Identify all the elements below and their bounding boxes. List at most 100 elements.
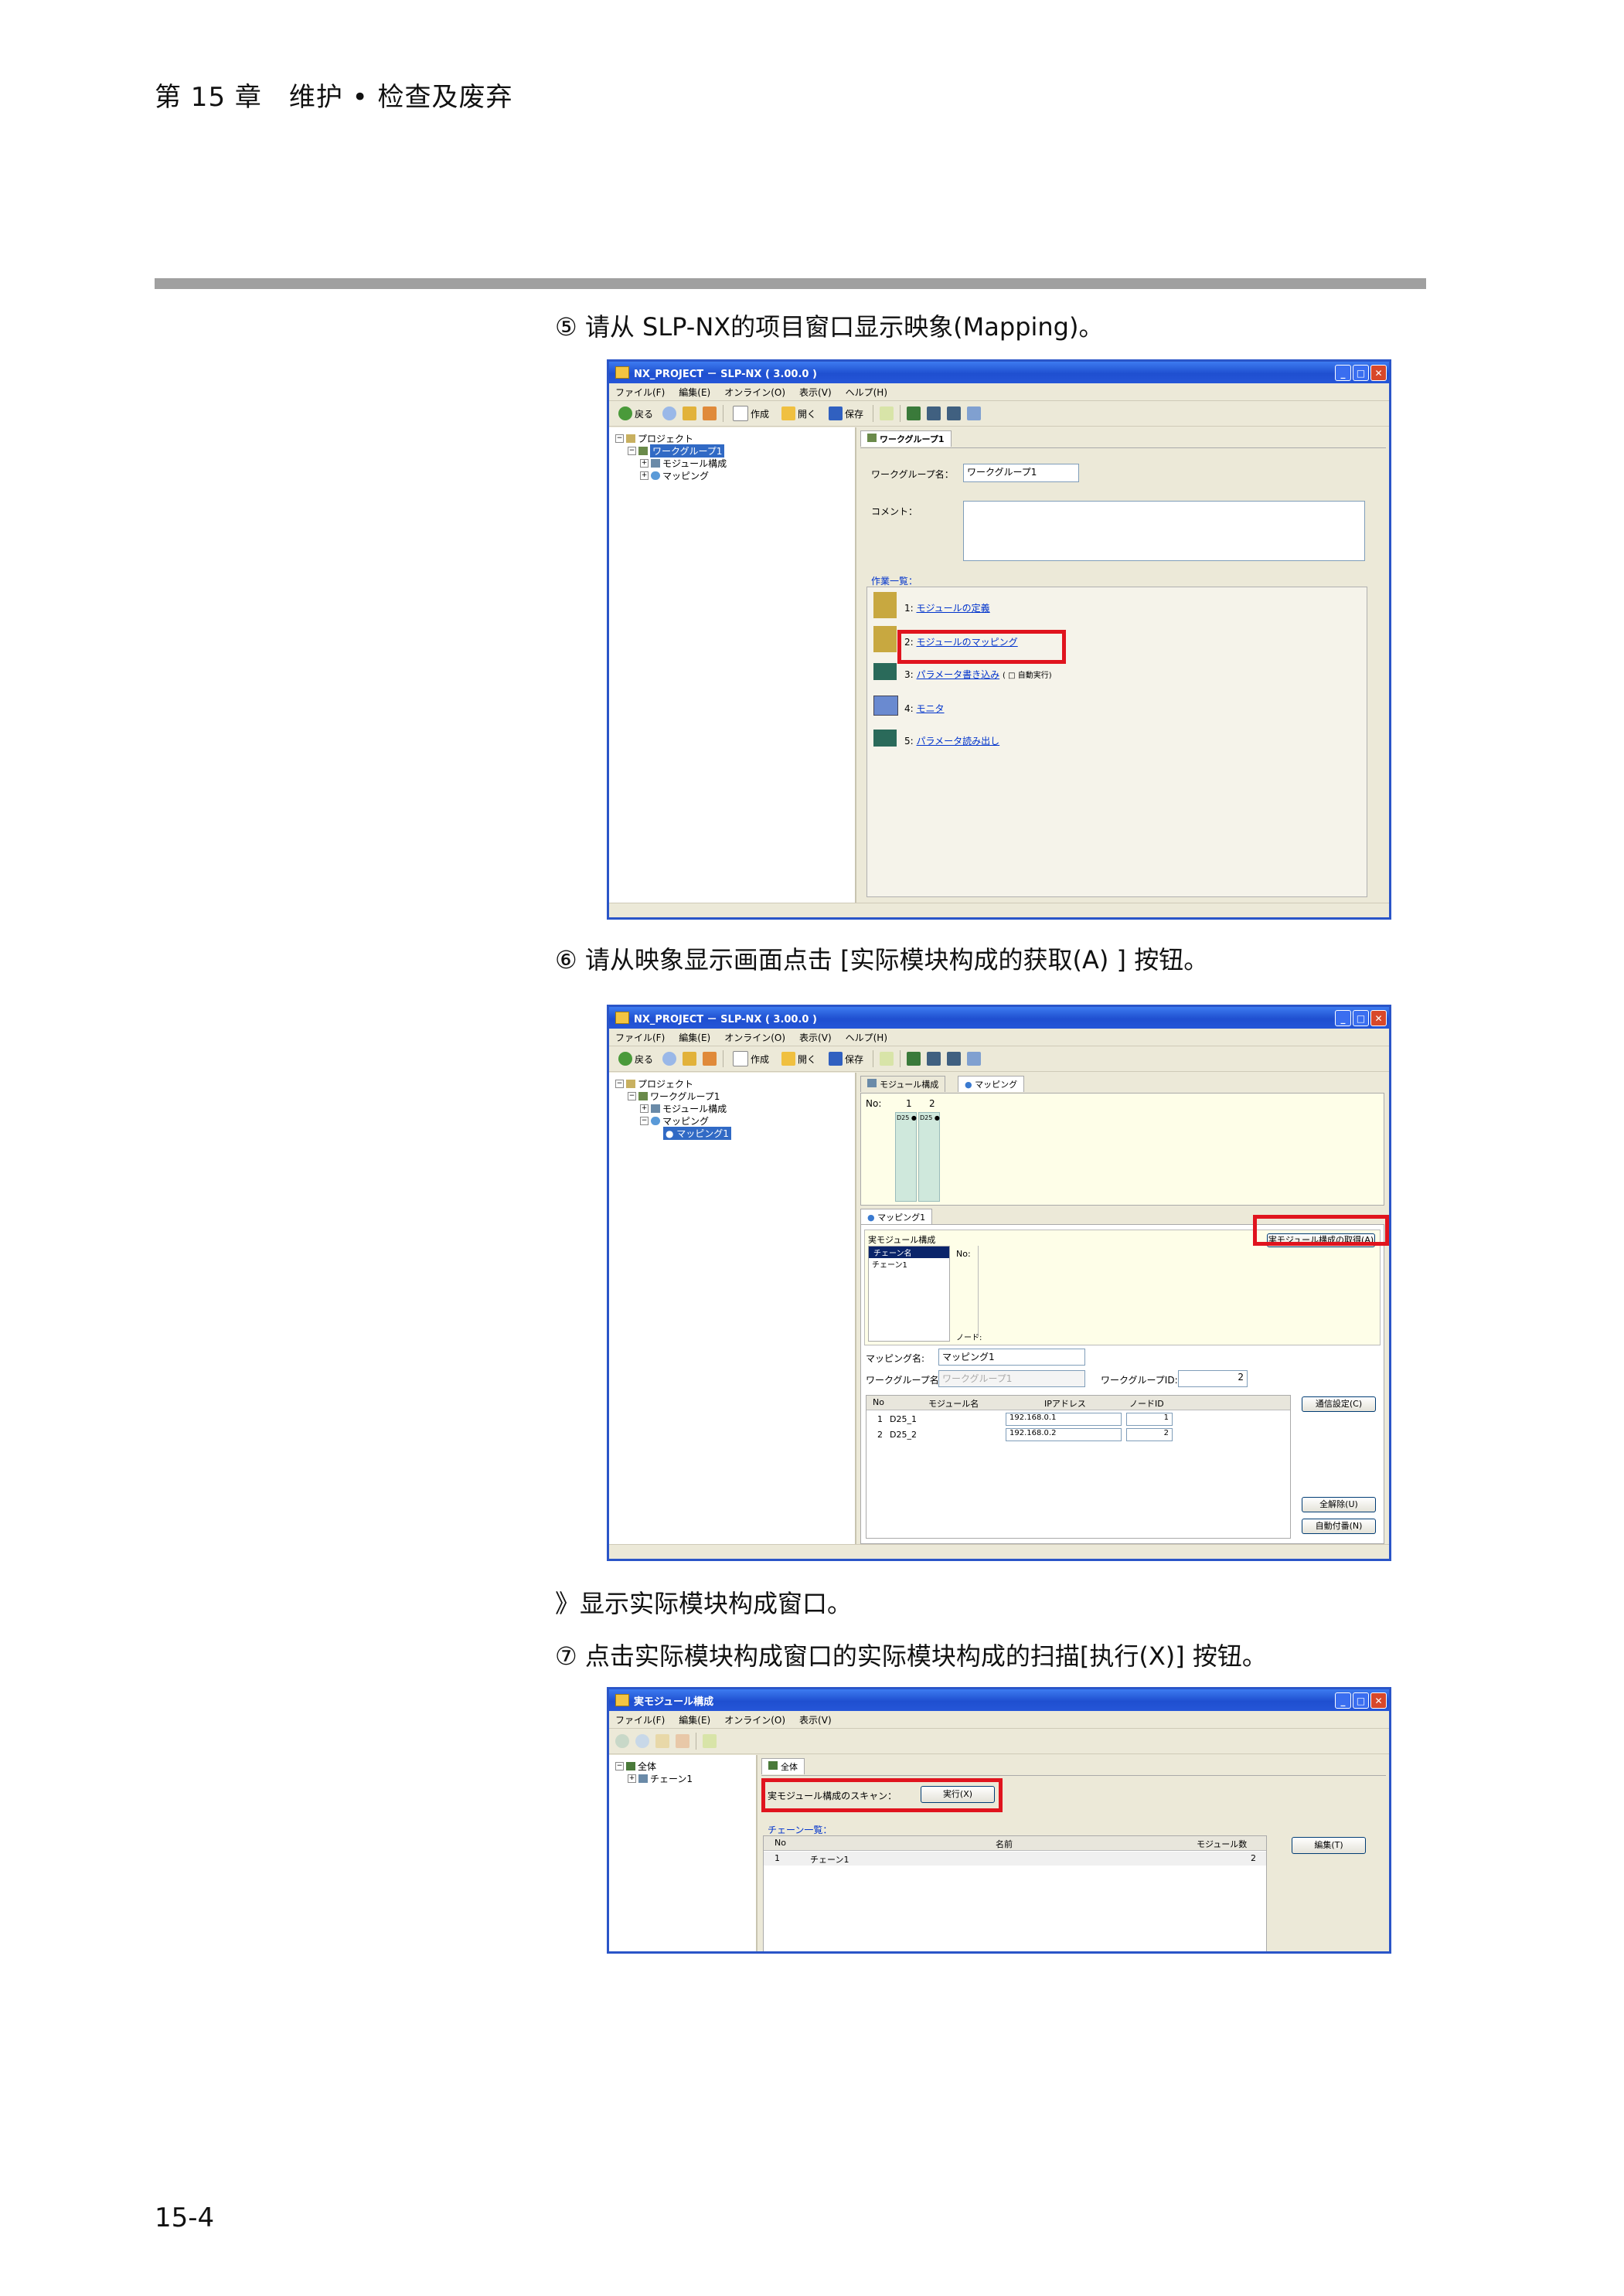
home-icon[interactable] (703, 406, 717, 420)
clear-all-button[interactable]: 全解除(U) (1302, 1497, 1376, 1512)
open-button[interactable]: 開く (778, 1050, 819, 1067)
folder-up-icon[interactable] (683, 406, 697, 420)
transfer-icon[interactable] (880, 1052, 894, 1066)
menu-help[interactable]: ヘルプ(H) (846, 386, 887, 399)
task-link[interactable]: モジュールの定義 (917, 603, 990, 614)
monitor-icon[interactable] (967, 1052, 982, 1066)
forward-arrow-icon[interactable] (635, 1734, 649, 1748)
task-link[interactable]: パラメータ書き込み (917, 669, 1000, 680)
cell-node-id[interactable]: 2 (1126, 1428, 1173, 1441)
tree-node-mapping[interactable]: + マッピング (640, 469, 709, 482)
task-link[interactable]: モニタ (917, 703, 945, 714)
expand-icon[interactable]: + (640, 459, 649, 468)
tree-node-workgroup[interactable]: − ワークグループ1 (628, 1090, 720, 1103)
forward-arrow-icon[interactable] (662, 1052, 677, 1066)
tree-node-mapping1[interactable]: ● マッピング1 (663, 1127, 731, 1140)
table-row[interactable]: 1 チェーン1 2 (764, 1852, 1266, 1866)
create-button[interactable]: 作成 (730, 404, 772, 423)
workgroup-name-field[interactable]: ワークグループ1 (963, 464, 1079, 482)
expand-icon[interactable]: + (640, 1104, 649, 1113)
create-button[interactable]: 作成 (730, 1049, 772, 1068)
menu-edit[interactable]: 編集(E) (679, 1713, 710, 1726)
monitor-icon[interactable] (967, 406, 982, 420)
tree-node-workgroup[interactable]: − ワークグループ1 (628, 444, 725, 457)
table-row[interactable]: 1 D25_1 192.168.0.1 1 (866, 1413, 1290, 1427)
home-icon[interactable] (703, 1052, 717, 1066)
panel-tab[interactable]: ワークグループ1 (860, 430, 952, 447)
tree-node-module-config[interactable]: + モジュール構成 (640, 457, 727, 470)
module-slot-1[interactable]: D25 ● (895, 1112, 917, 1202)
menu-online[interactable]: オンライン(O) (724, 386, 785, 399)
close-icon[interactable]: ✕ (1370, 1692, 1387, 1709)
tree-node-mapping[interactable]: − マッピング (640, 1114, 709, 1128)
minimize-icon[interactable]: _ (1335, 1009, 1351, 1026)
tree-node-project[interactable]: − プロジェクト (615, 1077, 693, 1090)
folder-up-icon[interactable] (655, 1734, 669, 1748)
close-icon[interactable]: ✕ (1370, 1009, 1387, 1026)
menu-view[interactable]: 表示(V) (799, 1713, 832, 1726)
transfer-icon[interactable] (703, 1734, 717, 1748)
menu-file[interactable]: ファイル(F) (615, 1031, 665, 1044)
menu-view[interactable]: 表示(V) (799, 386, 832, 399)
minimize-icon[interactable]: _ (1335, 1692, 1351, 1709)
menu-online[interactable]: オンライン(O) (724, 1713, 785, 1726)
folder-up-icon[interactable] (683, 1052, 697, 1066)
tab-mapping1[interactable]: ● マッピング1 (860, 1209, 933, 1225)
menu-file[interactable]: ファイル(F) (615, 386, 665, 399)
back-arrow-icon[interactable] (615, 1734, 629, 1748)
collapse-icon[interactable]: − (628, 1092, 636, 1100)
table-row[interactable]: 2 D25_2 192.168.0.2 2 (866, 1428, 1290, 1442)
tree-node-all[interactable]: − 全体 (615, 1760, 656, 1773)
auto-execute-option[interactable]: ( □ 自動実行) (1003, 672, 1052, 680)
menu-file[interactable]: ファイル(F) (615, 1713, 665, 1726)
maximize-icon[interactable]: □ (1353, 1009, 1369, 1026)
home-icon[interactable] (676, 1734, 689, 1748)
download-icon[interactable] (947, 406, 962, 420)
tree-node-project[interactable]: − プロジェクト (615, 432, 693, 445)
menu-online[interactable]: オンライン(O) (724, 1031, 785, 1044)
menu-edit[interactable]: 編集(E) (679, 1031, 710, 1044)
cell-ip-address[interactable]: 192.168.0.1 (1006, 1413, 1122, 1426)
expand-icon[interactable]: + (640, 471, 649, 480)
maximize-icon[interactable]: □ (1353, 364, 1369, 381)
module-icon[interactable] (907, 1052, 921, 1066)
expand-icon[interactable]: + (628, 1774, 636, 1783)
menu-edit[interactable]: 編集(E) (679, 386, 710, 399)
minimize-icon[interactable]: _ (1335, 364, 1351, 381)
tree-node-module-config[interactable]: + モジュール構成 (640, 1102, 727, 1115)
task-5[interactable]: 5: パラメータ読み出し (904, 734, 999, 747)
task-link[interactable]: パラメータ読み出し (917, 736, 1000, 747)
transfer-icon[interactable] (880, 406, 894, 420)
comm-settings-button[interactable]: 通信設定(C) (1302, 1396, 1376, 1412)
mapping-name-field[interactable]: マッピング1 (938, 1349, 1085, 1366)
forward-arrow-icon[interactable] (662, 406, 677, 420)
task-1[interactable]: 1: モジュールの定義 (904, 601, 990, 614)
save-button[interactable]: 保存 (826, 405, 866, 422)
task-4[interactable]: 4: モニタ (904, 702, 945, 715)
menu-help[interactable]: ヘルプ(H) (846, 1031, 887, 1044)
upload-icon[interactable] (927, 406, 941, 420)
collapse-icon[interactable]: − (628, 447, 636, 455)
cell-ip-address[interactable]: 192.168.0.2 (1006, 1428, 1122, 1441)
collapse-icon[interactable]: − (615, 434, 624, 443)
tree-node-chain1[interactable]: + チェーン1 (628, 1772, 693, 1785)
collapse-icon[interactable]: − (615, 1762, 624, 1770)
module-icon[interactable] (907, 406, 921, 420)
edit-button[interactable]: 編集(T) (1292, 1837, 1366, 1854)
open-button[interactable]: 開く (778, 405, 819, 422)
maximize-icon[interactable]: □ (1353, 1692, 1369, 1709)
cell-node-id[interactable]: 1 (1126, 1413, 1173, 1426)
workgroup-id-field[interactable]: 2 (1178, 1370, 1248, 1387)
menu-view[interactable]: 表示(V) (799, 1031, 832, 1044)
back-button[interactable]: 戻る (615, 1050, 656, 1067)
collapse-icon[interactable]: − (615, 1080, 624, 1088)
comment-field[interactable] (963, 501, 1365, 561)
tab-mapping[interactable]: ● マッピング (958, 1076, 1025, 1092)
task-3[interactable]: 3: パラメータ書き込み ( □ 自動実行) (904, 668, 1052, 681)
tab-all[interactable]: 全体 (761, 1758, 805, 1774)
download-icon[interactable] (947, 1052, 962, 1066)
tab-module-config[interactable]: モジュール構成 (860, 1076, 946, 1092)
module-slot-2[interactable]: D25 ● (918, 1112, 940, 1202)
close-icon[interactable]: ✕ (1370, 364, 1387, 381)
auto-number-button[interactable]: 自動付番(N) (1302, 1519, 1376, 1534)
